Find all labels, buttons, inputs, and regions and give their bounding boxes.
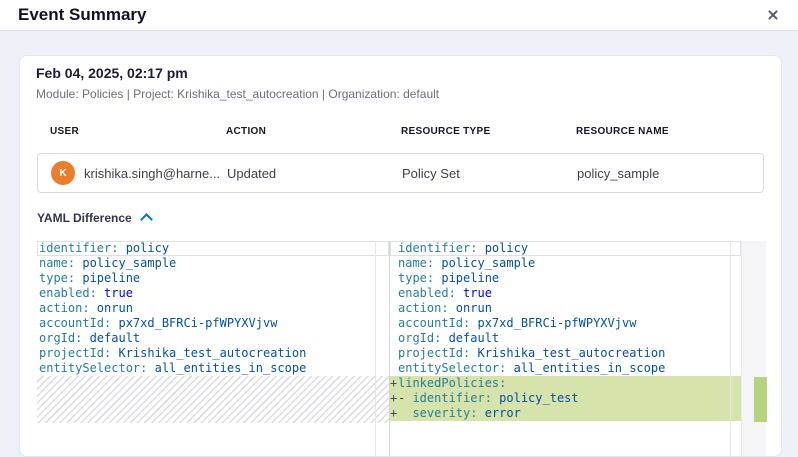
diff-original-pane[interactable]: identifier: policyname: policy_sampletyp…	[37, 241, 389, 456]
column-header-user: USER	[37, 126, 226, 137]
code-line: action: onrun	[37, 301, 389, 316]
avatar: K	[51, 161, 75, 185]
audit-table-header: USER ACTION RESOURCE TYPE RESOURCE NAME	[37, 126, 764, 137]
chevron-up-icon	[140, 213, 153, 226]
code-line: orgId: default	[390, 331, 741, 346]
code-line: + severity: error	[390, 406, 741, 421]
code-line: entitySelector: all_entities_in_scope	[37, 361, 389, 376]
code-line: action: onrun	[390, 301, 741, 316]
table-row: K krishika.singh@harne... Updated Policy…	[37, 153, 764, 193]
action-cell: Updated	[227, 166, 402, 181]
code-line: identifier: policy	[37, 241, 389, 256]
page-title: Event Summary	[18, 0, 147, 30]
code-line: projectId: Krishika_test_autocreation	[37, 346, 389, 361]
column-header-resource-name: RESOURCE NAME	[576, 126, 764, 137]
user-email: krishika.singh@harne...	[84, 166, 220, 181]
resource-type-cell: Policy Set	[402, 166, 577, 181]
modal-header: Event Summary	[0, 0, 798, 31]
code-line: orgId: default	[37, 331, 389, 346]
code-line: projectId: Krishika_test_autocreation	[390, 346, 741, 361]
diff-filler-hatch	[37, 376, 389, 423]
event-timestamp: Feb 04, 2025, 02:17 pm	[36, 65, 188, 81]
code-line: enabled: true	[37, 286, 389, 301]
close-button[interactable]	[758, 0, 788, 30]
event-meta: Module: Policies | Project: Krishika_tes…	[36, 87, 439, 101]
event-summary-card: Feb 04, 2025, 02:17 pm Module: Policies …	[19, 55, 782, 457]
resource-name-cell: policy_sample	[577, 166, 763, 181]
overview-insert-marker	[754, 377, 767, 422]
code-line: +linkedPolicies:	[390, 376, 741, 391]
code-line: accountId: px7xd_BFRCi-pfWPYXVjvw	[37, 316, 389, 331]
close-x-icon	[768, 10, 778, 20]
diff-overview-ruler[interactable]	[741, 241, 766, 456]
code-line: accountId: px7xd_BFRCi-pfWPYXVjvw	[390, 316, 741, 331]
code-line: type: pipeline	[390, 271, 741, 286]
code-line: identifier: policy	[390, 241, 741, 256]
code-line: name: policy_sample	[37, 256, 389, 271]
code-line: type: pipeline	[37, 271, 389, 286]
code-line: +- identifier: policy_test	[390, 391, 741, 406]
code-line: name: policy_sample	[390, 256, 741, 271]
column-header-resource-type: RESOURCE TYPE	[401, 126, 576, 137]
yaml-diff-editor: identifier: policyname: policy_sampletyp…	[37, 241, 766, 456]
code-line: enabled: true	[390, 286, 741, 301]
column-header-action: ACTION	[226, 126, 401, 137]
yaml-difference-label: YAML Difference	[37, 211, 132, 225]
code-line: entitySelector: all_entities_in_scope	[390, 361, 741, 376]
diff-modified-pane[interactable]: identifier: policyname: policy_sampletyp…	[390, 241, 741, 456]
user-cell: K krishika.singh@harne...	[38, 161, 227, 185]
yaml-difference-toggle[interactable]: YAML Difference	[37, 211, 151, 225]
